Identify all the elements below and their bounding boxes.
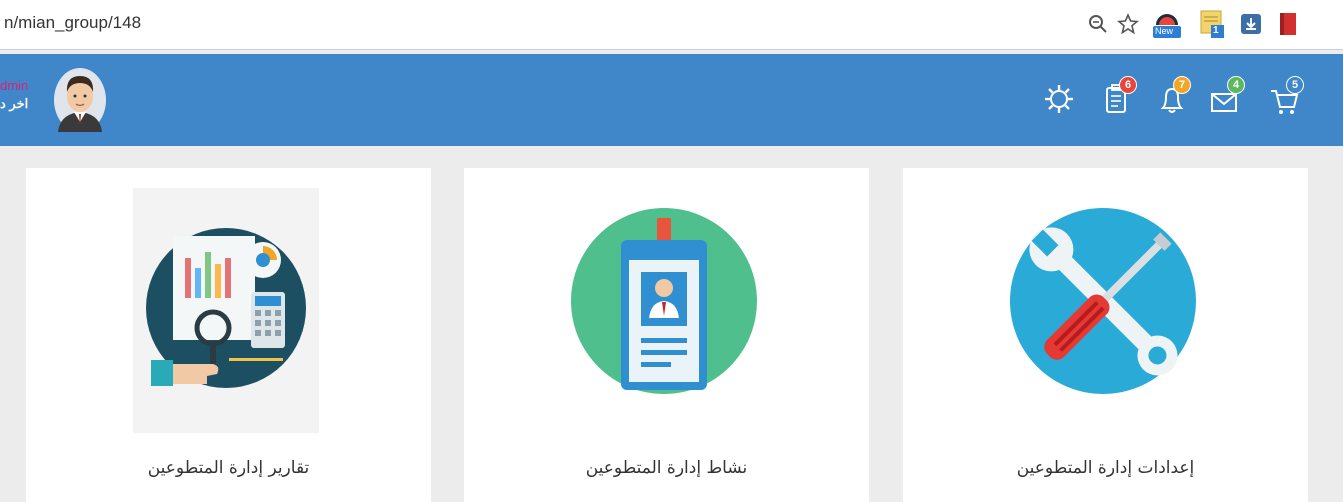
- notifications-badge: 7: [1173, 76, 1191, 94]
- card-volunteer-activity[interactable]: نشاط إدارة المتطوعين: [464, 168, 869, 502]
- id-badge-icon: [571, 188, 757, 433]
- user-subtitle: اخر د: [0, 96, 29, 111]
- card-label[interactable]: تقارير إدارة المتطوعين: [26, 458, 431, 478]
- top-navbar: dmin اخر د 6 7 4 5: [0, 54, 1343, 146]
- tools-icon: [1010, 188, 1196, 433]
- star-icon[interactable]: [1115, 9, 1141, 39]
- reports-icon: [133, 188, 319, 433]
- notes-extension-count: 1: [1213, 25, 1219, 36]
- zoom-icon[interactable]: [1085, 9, 1111, 39]
- tasks-badge: 6: [1119, 76, 1137, 94]
- tasks-icon[interactable]: 6: [1103, 76, 1141, 120]
- url-text[interactable]: n/mian_group/148: [4, 13, 141, 33]
- cart-badge: 5: [1286, 76, 1304, 94]
- card-volunteer-reports[interactable]: تقارير إدارة المتطوعين: [26, 168, 431, 502]
- new-extension-icon[interactable]: New: [1150, 9, 1184, 39]
- notifications-bell-icon[interactable]: 7: [1157, 76, 1195, 120]
- browser-address-bar: n/mian_group/148 New 1: [0, 0, 1343, 50]
- new-extension-label: New: [1155, 26, 1174, 36]
- messages-badge: 4: [1227, 76, 1245, 94]
- cart-icon[interactable]: 5: [1268, 76, 1306, 120]
- user-name[interactable]: dmin: [0, 78, 28, 93]
- card-label[interactable]: إعدادات إدارة المتطوعين: [903, 458, 1308, 478]
- avatar[interactable]: [52, 66, 108, 134]
- messages-envelope-icon[interactable]: 4: [1209, 76, 1247, 120]
- card-label[interactable]: نشاط إدارة المتطوعين: [464, 458, 869, 478]
- notes-extension-icon[interactable]: 1: [1197, 9, 1227, 39]
- download-extension-icon[interactable]: [1238, 9, 1264, 39]
- pdf-extension-icon[interactable]: [1275, 9, 1301, 39]
- card-volunteer-settings[interactable]: إعدادات إدارة المتطوعين: [903, 168, 1308, 502]
- settings-gear-icon[interactable]: [1042, 82, 1080, 120]
